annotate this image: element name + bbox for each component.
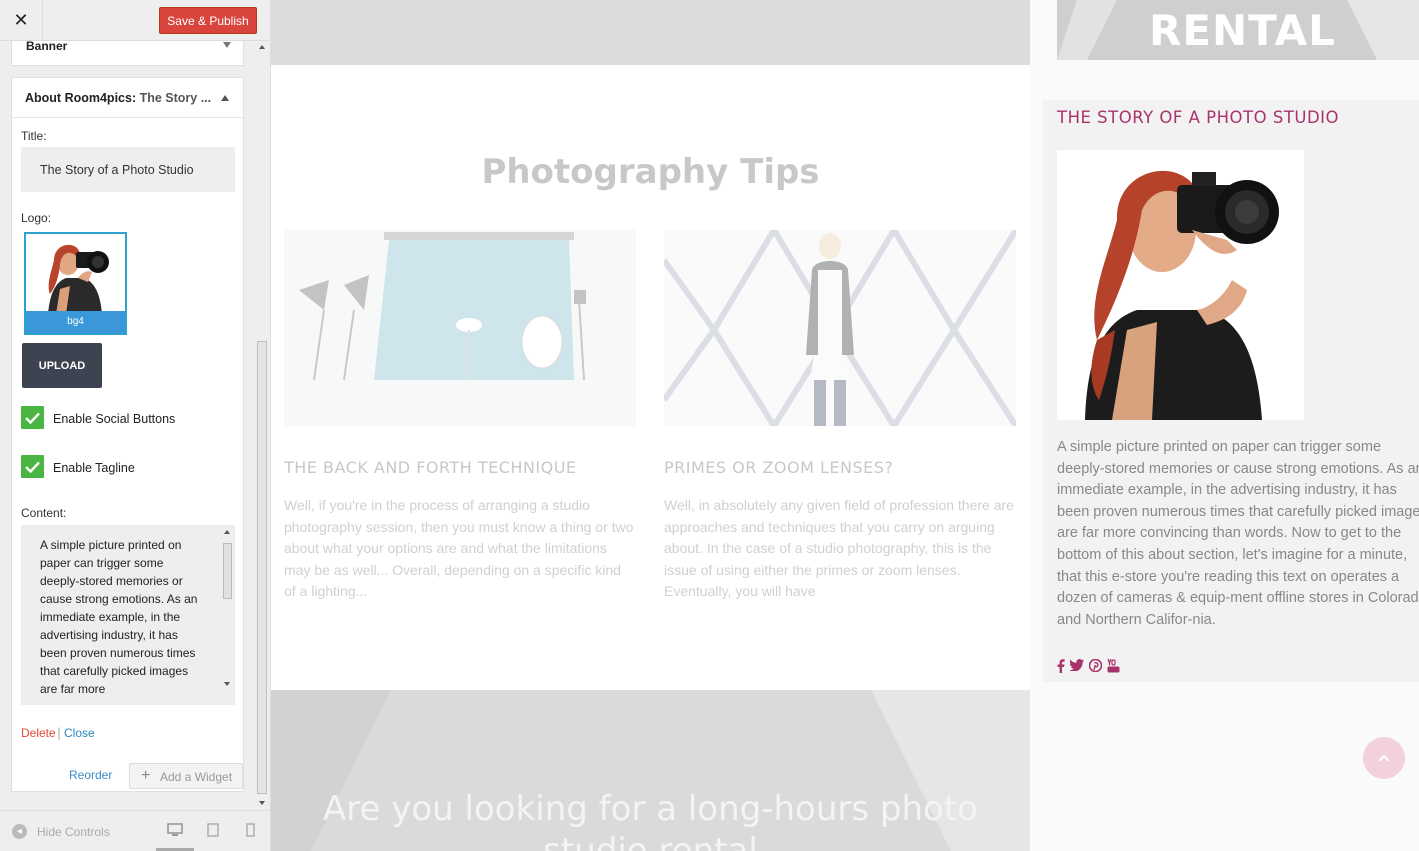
mobile-icon[interactable]: [246, 823, 255, 837]
story-title: THE STORY OF A PHOTO STUDIO: [1057, 108, 1340, 127]
studio-photo: [284, 230, 636, 426]
content-textarea[interactable]: A simple picture printed on paper can tr…: [21, 525, 235, 705]
widgets-list: Banner About Room4pics: The Story ... Ti…: [11, 41, 244, 806]
widget-about-title: About Room4pics:: [25, 91, 137, 105]
cta-section: Are you looking for a long-hours photo s…: [271, 690, 1030, 851]
logo-caption: bg4: [26, 311, 125, 333]
widget-about: About Room4pics: The Story ... Title: Lo…: [11, 77, 244, 792]
tagline-checkbox[interactable]: [21, 455, 44, 478]
content-text: A simple picture printed on paper can tr…: [40, 538, 198, 696]
cta-heading: Are you looking for a long-hours photo s…: [323, 789, 978, 851]
logo-label: Logo:: [21, 211, 52, 225]
social-buttons-checkbox[interactable]: [21, 406, 44, 429]
widget-banner-title: Banner: [26, 41, 68, 53]
reorder-link[interactable]: Reorder: [69, 768, 112, 782]
tablet-icon[interactable]: [207, 823, 219, 837]
post-excerpt: Well, in absolutely any given field of p…: [664, 497, 1014, 600]
widget-about-subtitle: The Story ...: [139, 91, 212, 105]
post-title[interactable]: THE BACK AND FORTH TECHNIQUE: [284, 458, 577, 477]
customizer-panel: ✕ Save & Publish Banner About Room4pics:…: [0, 0, 271, 851]
preview-top-band: [271, 0, 1030, 65]
add-widget-button[interactable]: + Add a Widget: [129, 763, 243, 789]
widget-banner[interactable]: Banner: [11, 41, 244, 66]
blog-heading: Photography Tips: [481, 152, 820, 192]
scroll-down-icon[interactable]: [259, 801, 265, 805]
back-to-top-button[interactable]: [1363, 737, 1405, 779]
post-excerpt: Well, if you're in the process of arrang…: [284, 497, 634, 600]
upload-button[interactable]: UPLOAD: [22, 343, 102, 388]
textarea-scrollbar[interactable]: [222, 528, 233, 688]
chevron-up-icon: [1378, 754, 1390, 762]
widget-about-header[interactable]: About Room4pics: The Story ...: [12, 78, 243, 118]
plus-icon: +: [141, 767, 151, 784]
customizer-screen: ✕ Save & Publish Banner About Room4pics:…: [0, 0, 1419, 851]
story-widget: THE STORY OF A PHOTO STUDIO A simple pic…: [1043, 100, 1419, 682]
tagline-label: Enable Tagline: [53, 461, 135, 475]
photographer-photo: [1057, 150, 1304, 420]
checkmark-icon: [25, 461, 40, 473]
close-icon: ✕: [13, 10, 29, 31]
chevron-down-icon[interactable]: [223, 42, 231, 48]
preview-sidebar: RENTAL THE STORY OF A PHOTO STUDIO A sim…: [1030, 0, 1419, 851]
post-image-studio[interactable]: [284, 230, 636, 426]
close-customizer-button[interactable]: ✕: [0, 0, 43, 41]
add-widget-label: Add a Widget: [160, 770, 233, 784]
delete-link[interactable]: Delete: [21, 726, 56, 740]
close-link[interactable]: Close: [64, 726, 95, 740]
checkmark-icon: [25, 412, 40, 424]
youtube-icon[interactable]: [1107, 658, 1120, 677]
post-image-fashion[interactable]: [664, 230, 1016, 426]
scroll-up-icon[interactable]: [259, 45, 265, 49]
blog-section: Photography Tips THE BACK AND FORTH TECH…: [271, 65, 1030, 690]
scroll-thumb[interactable]: [223, 543, 232, 599]
link-separator: |: [57, 726, 62, 740]
hide-controls-label: Hide Controls: [37, 824, 110, 839]
title-input[interactable]: [21, 147, 235, 192]
rental-banner-text: RENTAL: [1149, 6, 1336, 55]
panel-scrollbar[interactable]: [256, 41, 268, 809]
site-preview: Photography Tips THE BACK AND FORTH TECH…: [271, 0, 1419, 851]
fashion-photo: [664, 230, 1016, 426]
logo-thumbnail[interactable]: bg4: [24, 232, 127, 335]
customizer-footer: ◂ Hide Controls: [0, 810, 270, 851]
facebook-icon[interactable]: [1057, 659, 1065, 677]
social-buttons: [1057, 658, 1120, 677]
collapse-icon: ◂: [12, 824, 27, 839]
scroll-up-icon[interactable]: [224, 530, 230, 534]
pinterest-icon[interactable]: [1088, 658, 1103, 677]
chevron-up-icon[interactable]: [221, 95, 229, 101]
twitter-icon[interactable]: [1068, 659, 1084, 677]
content-label: Content:: [21, 506, 67, 520]
customizer-header: ✕ Save & Publish: [0, 0, 270, 41]
post-title[interactable]: PRIMES OR ZOOM LENSES?: [664, 458, 893, 477]
save-publish-button[interactable]: Save & Publish: [159, 7, 257, 34]
rental-banner[interactable]: RENTAL: [1057, 0, 1419, 60]
title-label: Title:: [21, 129, 47, 143]
scroll-down-icon[interactable]: [224, 682, 230, 686]
hide-controls-button[interactable]: ◂ Hide Controls: [12, 824, 110, 839]
story-image: [1057, 150, 1304, 420]
story-text: A simple picture printed on paper can tr…: [1057, 439, 1419, 628]
scroll-thumb[interactable]: [257, 341, 267, 794]
logo-photo: [26, 234, 125, 314]
desktop-icon[interactable]: [167, 823, 183, 837]
social-buttons-label: Enable Social Buttons: [53, 412, 176, 426]
